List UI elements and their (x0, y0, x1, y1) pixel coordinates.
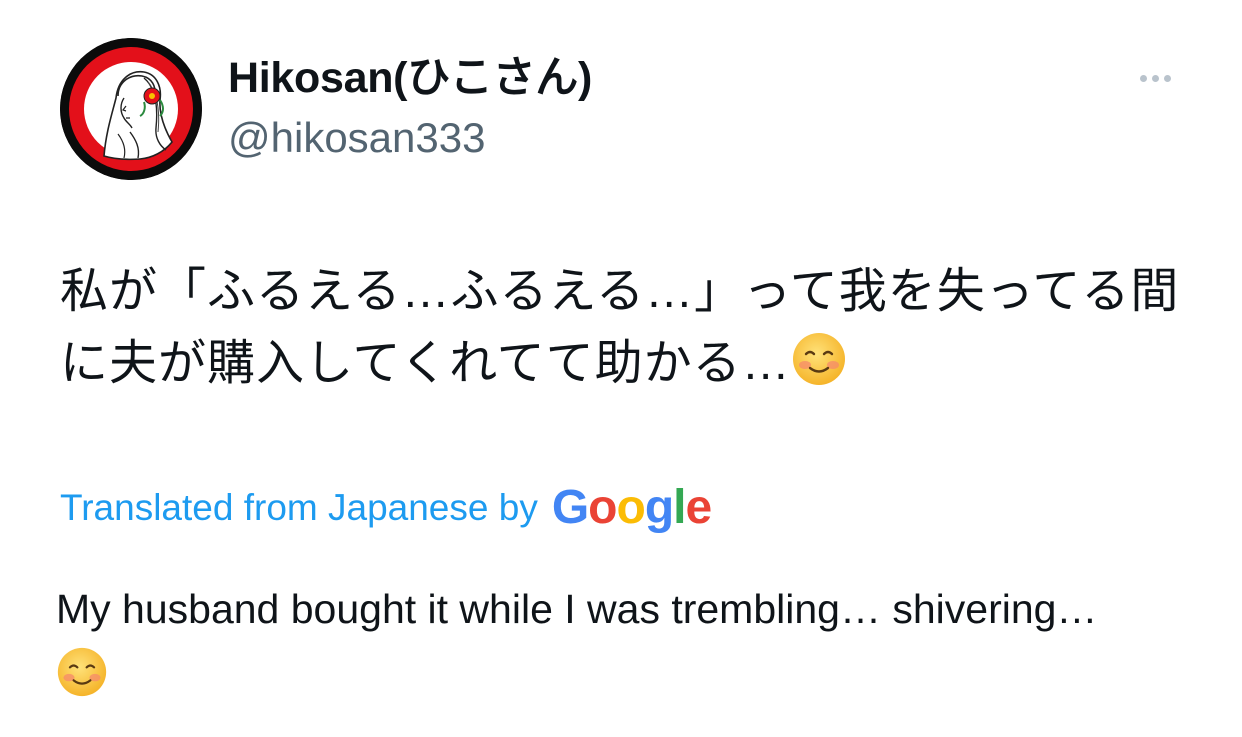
translated-from-link[interactable]: Translated from Japanese by (60, 487, 538, 529)
more-dots-icon (1139, 74, 1147, 82)
google-logo-letter: o (588, 481, 617, 534)
tweet-text: 私が「ふるえる…ふるえる…」って我を失ってる間に夫が購入してくれてて助かる… (60, 256, 1200, 408)
google-logo-letter: o (616, 481, 646, 534)
author-avatar[interactable] (60, 38, 202, 180)
google-logo-letter: G (551, 481, 589, 534)
google-logo: Google (551, 478, 713, 538)
google-logo-letter: l (673, 481, 686, 534)
author-handle[interactable]: @hikosan333 (228, 112, 485, 164)
more-dots-icon (1163, 74, 1171, 82)
translated-text-content: My husband bought it while I was trembli… (56, 586, 1098, 632)
google-logo-letter: e (685, 481, 713, 534)
tweet-card: Hikosan(ひこさん) @hikosan333 私が「ふるえる…ふるえる…」… (0, 0, 1242, 737)
translation-attribution: Translated from Japanese by Google (60, 478, 713, 538)
avatar-illustration-icon (60, 38, 202, 180)
more-dots-icon (1151, 74, 1159, 82)
smiling-face-icon (56, 646, 108, 718)
google-logo-letter: g (644, 481, 674, 534)
translated-text: My husband bought it while I was trembli… (56, 576, 1156, 718)
more-options-button[interactable] (1124, 58, 1186, 98)
author-display-name[interactable]: Hikosan(ひこさん) (228, 52, 592, 104)
smiling-face-icon (791, 331, 847, 408)
tweet-text-content: 私が「ふるえる…ふるえる…」って我を失ってる間に夫が購入してくれてて助かる… (60, 265, 1180, 390)
